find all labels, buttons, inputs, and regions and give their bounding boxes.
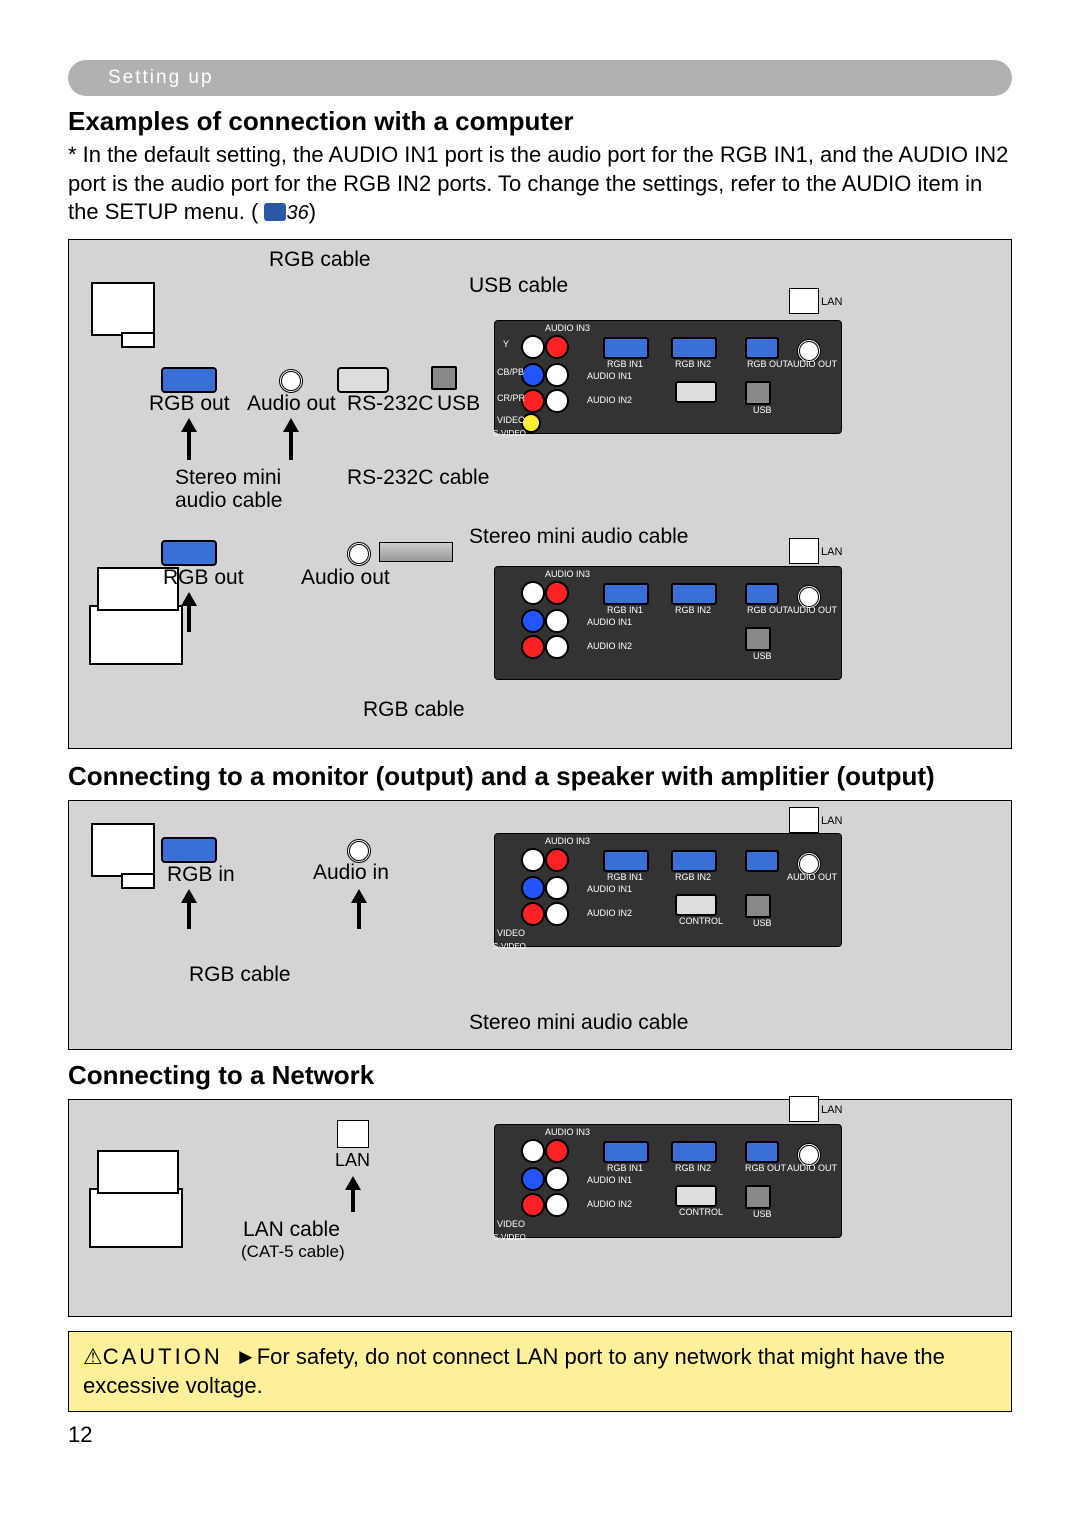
monitor-icon (91, 823, 155, 877)
arrow-up-icon (181, 889, 197, 903)
projector-panel-icon: AUDIO IN3 RGB IN1 RGB IN2 RGB OUT AUDIO … (494, 1124, 842, 1238)
page-number: 12 (68, 1422, 1012, 1448)
page-reference: 36 (286, 202, 308, 224)
label-lan-cable: LAN cable (243, 1218, 340, 1242)
label-audio-in: Audio in (313, 861, 389, 885)
diagram-network: LAN LAN cable (CAT-5 cable) LAN AUDIO IN… (68, 1099, 1012, 1317)
usb-port-icon (431, 366, 457, 395)
lan-icon (789, 538, 819, 564)
label-rgb-cable: RGB cable (269, 248, 371, 272)
breadcrumb-bar: Setting up (68, 60, 1012, 96)
lan-plug-icon (337, 1120, 369, 1148)
laptop-icon (89, 1188, 183, 1248)
laptop-icon (89, 605, 183, 665)
label-rs232c: RS-232C (347, 392, 433, 416)
intro-text: * In the default setting, the AUDIO IN1 … (68, 141, 1012, 227)
label-usb: USB (437, 392, 480, 416)
label-stereo-mini-audio: Stereo mini audio cable (469, 525, 688, 549)
lan-icon (789, 807, 819, 833)
desktop-monitor-icon (91, 282, 155, 336)
section-title-network: Connecting to a Network (68, 1060, 1012, 1091)
section-title-monitor: Connecting to a monitor (output) and a s… (68, 761, 1012, 792)
label-stereo-mini-audio-2: Stereo mini audio cable (469, 1011, 688, 1035)
label-usb-cable: USB cable (469, 274, 568, 298)
arrow-up-icon (181, 418, 197, 432)
label-audio-out: Audio out (247, 392, 336, 416)
lan-icon (789, 288, 819, 314)
section-title-examples: Examples of connection with a computer (68, 106, 1012, 137)
cable-plug-icon (379, 542, 453, 562)
diagram-computer-connection: RGB cable USB cable LAN RGB out Audio ou… (68, 239, 1012, 749)
arrow-up-icon (283, 418, 299, 432)
label-stereo-mini-1: Stereo mini (175, 466, 281, 490)
label-audio-out-2: Audio out (301, 566, 390, 590)
arrow-up-icon (181, 592, 197, 606)
label-rgb-cable-2: RGB cable (363, 698, 465, 722)
label-rs232c-cable: RS-232C cable (347, 466, 489, 490)
lan-icon (789, 1096, 819, 1122)
label-lan: LAN (335, 1150, 370, 1171)
warning-triangle-icon: ⚠ (83, 1342, 103, 1372)
caution-label: CAUTION (103, 1344, 223, 1369)
caution-box: ⚠CAUTION ►For safety, do not connect LAN… (68, 1331, 1012, 1412)
projector-panel-icon: AUDIO IN3 Y CB/PB CR/PR RGB IN1 RGB IN2 … (494, 320, 842, 434)
projector-panel-icon: AUDIO IN3 RGB IN1 RGB IN2 AUDIO OUT AUDI… (494, 833, 842, 947)
arrow-up-icon (351, 889, 367, 903)
breadcrumb: Setting up (108, 67, 214, 89)
label-lan-small: LAN (821, 296, 842, 308)
label-rgb-in: RGB in (167, 863, 235, 887)
label-rgb-out-2: RGB out (163, 566, 244, 590)
label-cat5: (CAT-5 cable) (241, 1242, 345, 1262)
label-stereo-mini-2: audio cable (175, 489, 282, 513)
book-icon (264, 203, 286, 221)
arrow-up-icon (345, 1176, 361, 1190)
diagram-monitor-speaker: RGB in Audio in RGB cable Stereo mini au… (68, 800, 1012, 1050)
label-rgb-out: RGB out (149, 392, 230, 416)
label-rgb-cable-3: RGB cable (189, 963, 291, 987)
projector-panel-icon: AUDIO IN3 RGB IN1 RGB IN2 RGB OUT AUDIO … (494, 566, 842, 680)
